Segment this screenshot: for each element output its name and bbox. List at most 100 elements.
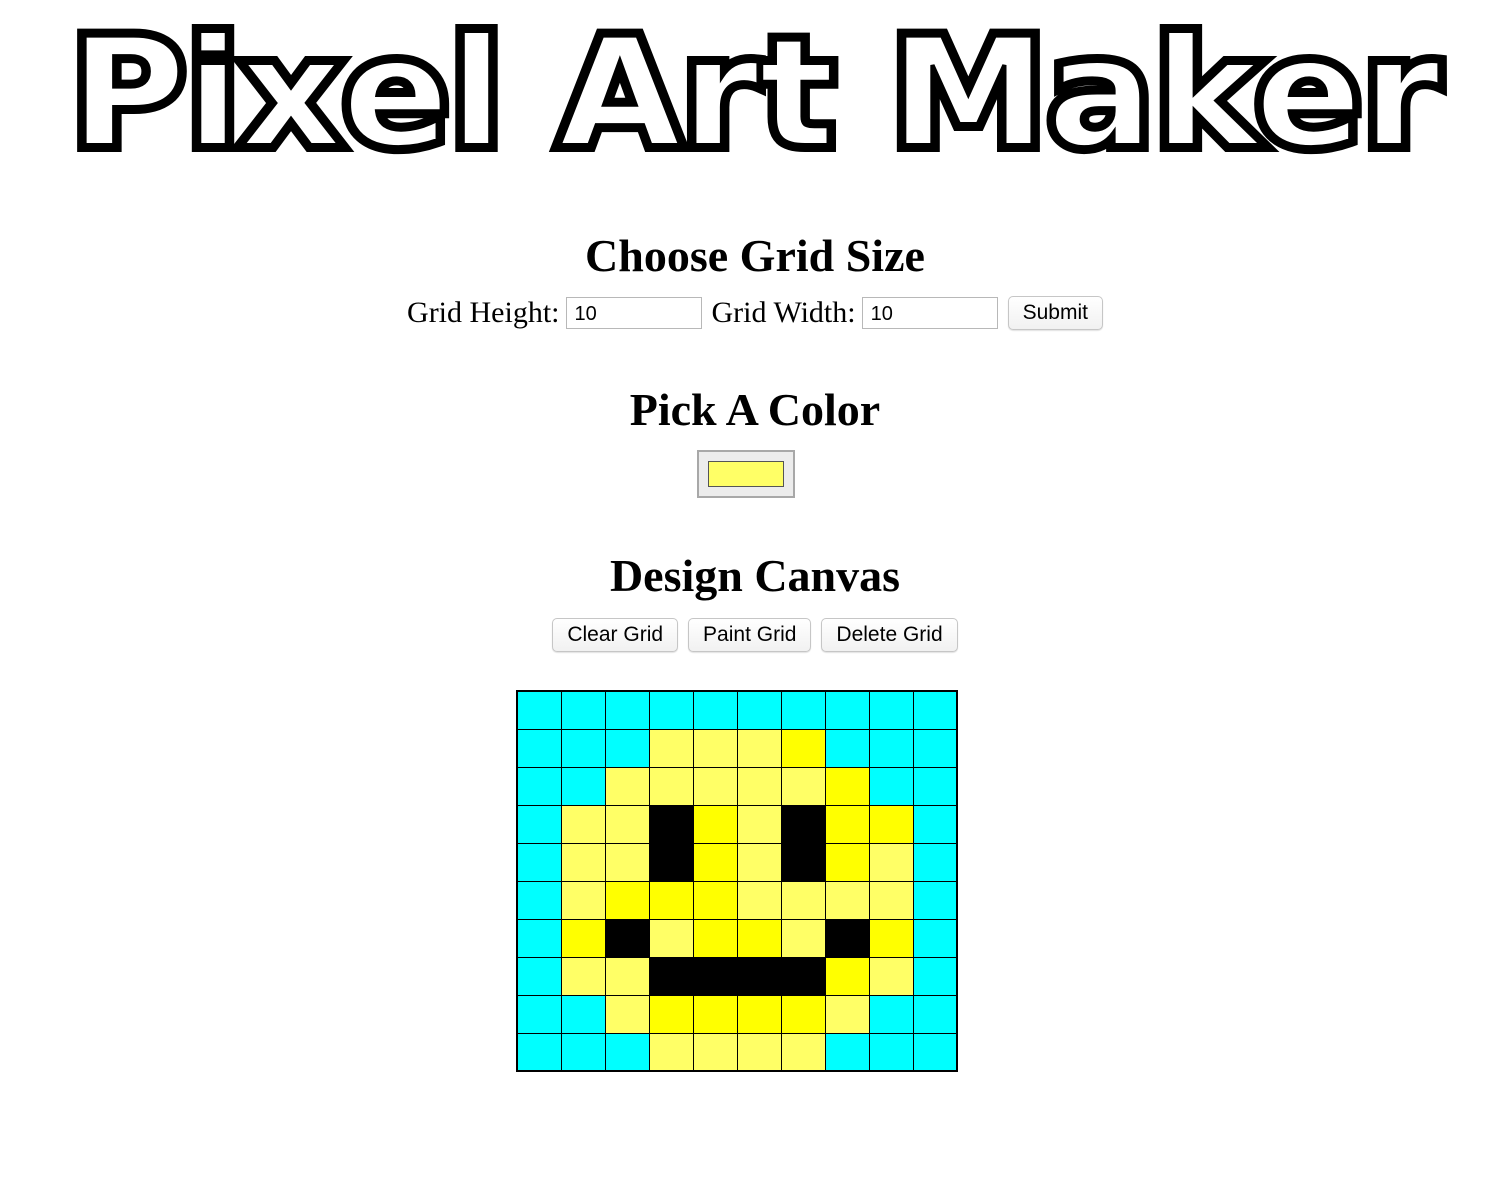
grid-cell[interactable] (868, 994, 914, 1034)
grid-cell[interactable] (780, 842, 826, 882)
grid-cell[interactable] (824, 956, 870, 996)
grid-cell[interactable] (692, 766, 738, 806)
grid-cell[interactable] (516, 880, 562, 920)
grid-cell[interactable] (780, 880, 826, 920)
grid-cell[interactable] (736, 842, 782, 882)
grid-cell[interactable] (516, 918, 562, 958)
grid-cell[interactable] (516, 842, 562, 882)
grid-cell[interactable] (824, 918, 870, 958)
grid-cell[interactable] (604, 690, 650, 730)
grid-cell[interactable] (648, 804, 694, 844)
grid-cell[interactable] (560, 880, 606, 920)
grid-cell[interactable] (824, 1032, 870, 1072)
grid-cell[interactable] (692, 804, 738, 844)
grid-cell[interactable] (516, 690, 562, 730)
grid-cell[interactable] (692, 880, 738, 920)
grid-cell[interactable] (868, 880, 914, 920)
grid-cell[interactable] (780, 918, 826, 958)
grid-cell[interactable] (648, 1032, 694, 1072)
grid-cell[interactable] (824, 804, 870, 844)
grid-cell[interactable] (824, 690, 870, 730)
grid-cell[interactable] (824, 994, 870, 1034)
grid-cell[interactable] (868, 842, 914, 882)
grid-cell[interactable] (692, 1032, 738, 1072)
grid-cell[interactable] (560, 766, 606, 806)
grid-cell[interactable] (780, 994, 826, 1034)
grid-cell[interactable] (516, 766, 562, 806)
grid-cell[interactable] (604, 842, 650, 882)
grid-cell[interactable] (560, 994, 606, 1034)
grid-cell[interactable] (780, 804, 826, 844)
grid-cell[interactable] (912, 804, 958, 844)
grid-cell[interactable] (516, 994, 562, 1034)
grid-cell[interactable] (868, 728, 914, 768)
grid-cell[interactable] (560, 842, 606, 882)
grid-cell[interactable] (912, 690, 958, 730)
grid-cell[interactable] (560, 728, 606, 768)
grid-cell[interactable] (560, 918, 606, 958)
grid-cell[interactable] (648, 994, 694, 1034)
grid-cell[interactable] (604, 1032, 650, 1072)
grid-cell[interactable] (868, 690, 914, 730)
grid-cell[interactable] (604, 994, 650, 1034)
grid-cell[interactable] (516, 728, 562, 768)
grid-cell[interactable] (648, 690, 694, 730)
grid-cell[interactable] (912, 880, 958, 920)
grid-cell[interactable] (692, 918, 738, 958)
grid-cell[interactable] (692, 994, 738, 1034)
grid-cell[interactable] (736, 918, 782, 958)
grid-width-input[interactable] (861, 297, 998, 329)
grid-cell[interactable] (516, 804, 562, 844)
grid-cell[interactable] (780, 728, 826, 768)
grid-height-input[interactable] (565, 297, 702, 329)
grid-cell[interactable] (648, 766, 694, 806)
grid-cell[interactable] (560, 804, 606, 844)
grid-cell[interactable] (824, 880, 870, 920)
grid-cell[interactable] (648, 728, 694, 768)
delete-grid-button[interactable]: Delete Grid (821, 618, 958, 652)
paint-grid-button[interactable]: Paint Grid (688, 618, 812, 652)
submit-button[interactable]: Submit (1007, 296, 1103, 330)
grid-cell[interactable] (912, 918, 958, 958)
grid-cell[interactable] (736, 690, 782, 730)
grid-cell[interactable] (604, 956, 650, 996)
grid-cell[interactable] (868, 918, 914, 958)
grid-cell[interactable] (736, 1032, 782, 1072)
grid-cell[interactable] (648, 918, 694, 958)
grid-cell[interactable] (824, 728, 870, 768)
color-picker[interactable] (697, 450, 795, 498)
grid-cell[interactable] (560, 690, 606, 730)
grid-cell[interactable] (736, 728, 782, 768)
grid-cell[interactable] (736, 994, 782, 1034)
grid-cell[interactable] (824, 766, 870, 806)
grid-cell[interactable] (780, 1032, 826, 1072)
grid-cell[interactable] (868, 956, 914, 996)
grid-cell[interactable] (868, 1032, 914, 1072)
grid-cell[interactable] (736, 956, 782, 996)
grid-cell[interactable] (912, 728, 958, 768)
grid-cell[interactable] (736, 766, 782, 806)
grid-cell[interactable] (912, 1032, 958, 1072)
grid-cell[interactable] (692, 956, 738, 996)
grid-cell[interactable] (692, 842, 738, 882)
grid-cell[interactable] (780, 766, 826, 806)
grid-cell[interactable] (604, 880, 650, 920)
grid-cell[interactable] (780, 690, 826, 730)
grid-cell[interactable] (780, 956, 826, 996)
grid-cell[interactable] (692, 728, 738, 768)
grid-cell[interactable] (516, 956, 562, 996)
grid-cell[interactable] (648, 956, 694, 996)
grid-cell[interactable] (604, 804, 650, 844)
grid-cell[interactable] (604, 728, 650, 768)
grid-cell[interactable] (868, 766, 914, 806)
grid-cell[interactable] (736, 804, 782, 844)
grid-cell[interactable] (648, 880, 694, 920)
grid-cell[interactable] (560, 956, 606, 996)
grid-cell[interactable] (560, 1032, 606, 1072)
grid-cell[interactable] (692, 690, 738, 730)
grid-cell[interactable] (736, 880, 782, 920)
grid-cell[interactable] (912, 842, 958, 882)
grid-cell[interactable] (604, 766, 650, 806)
grid-cell[interactable] (648, 842, 694, 882)
clear-grid-button[interactable]: Clear Grid (552, 618, 679, 652)
